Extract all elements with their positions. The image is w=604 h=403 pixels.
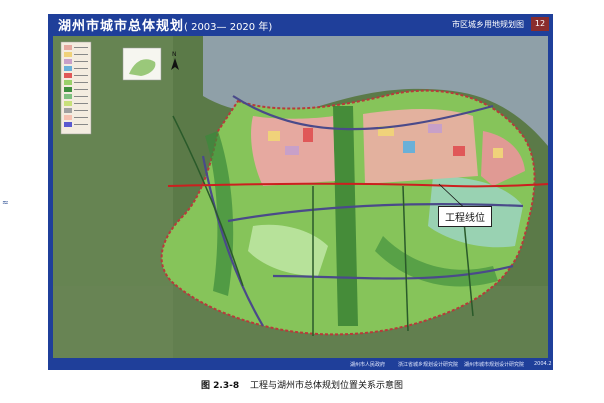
figure-caption: 图 2.3-8 工程与湖州市总体规划位置关系示意图 — [0, 378, 604, 391]
figure-number: 图 2.3-8 — [201, 381, 240, 391]
land-use-map: N — [53, 36, 548, 358]
legend-swatch — [64, 115, 72, 120]
map-figure: 湖州市城市总体规划 ( 2003— 2020 年) 市区城乡用地规划图 12 N… — [48, 14, 553, 370]
footer-org-1: 湖州市人民政府 — [350, 362, 386, 368]
footer-date: 2004.2 — [534, 361, 552, 367]
locator-inset — [122, 47, 162, 81]
legend-swatch — [64, 122, 72, 127]
map-period: ( 2003— 2020 年) — [184, 22, 273, 33]
legend-label-line — [74, 96, 88, 97]
map-title: 湖州市城市总体规划 — [58, 19, 185, 34]
compass-label: N — [172, 51, 177, 58]
legend-swatch — [64, 73, 72, 78]
legend-swatch — [64, 45, 72, 50]
map-footer: 湖州市人民政府 浙江省城乡规划设计研究院 湖州市城市规划设计研究院 2004.2 — [48, 358, 553, 370]
legend-swatch — [64, 52, 72, 57]
footer-org-3: 湖州市城市规划设计研究院 — [464, 362, 525, 368]
legend-swatch — [64, 80, 72, 85]
legend-label-line — [74, 68, 88, 69]
page-margin-mark: ≈ — [2, 198, 9, 207]
map-subtitle: 市区城乡用地规划图 — [452, 20, 524, 29]
legend-label-line — [74, 75, 88, 76]
legend-swatch — [64, 87, 72, 92]
route-callout-label: 工程线位 — [438, 206, 492, 227]
legend-swatch — [64, 101, 72, 106]
footer-org-2: 浙江省城乡规划设计研究院 — [398, 362, 459, 368]
legend-label-line — [74, 103, 88, 104]
legend-label-line — [74, 124, 88, 125]
map-header: 湖州市城市总体规划 ( 2003— 2020 年) 市区城乡用地规划图 12 — [48, 14, 553, 34]
legend-swatch — [64, 108, 72, 113]
legend-label-line — [74, 54, 88, 55]
legend-label-line — [74, 47, 88, 48]
sheet-number: 12 — [531, 17, 549, 31]
legend-swatch — [64, 94, 72, 99]
map-legend — [60, 41, 92, 135]
figure-title: 工程与湖州市总体规划位置关系示意图 — [249, 381, 403, 391]
legend-label-line — [74, 110, 88, 111]
legend-label-line — [74, 82, 88, 83]
legend-label-line — [74, 61, 88, 62]
legend-swatch — [64, 66, 72, 71]
map-canvas: N — [53, 36, 548, 358]
legend-label-line — [74, 89, 88, 90]
legend-swatch — [64, 59, 72, 64]
legend-label-line — [74, 117, 88, 118]
